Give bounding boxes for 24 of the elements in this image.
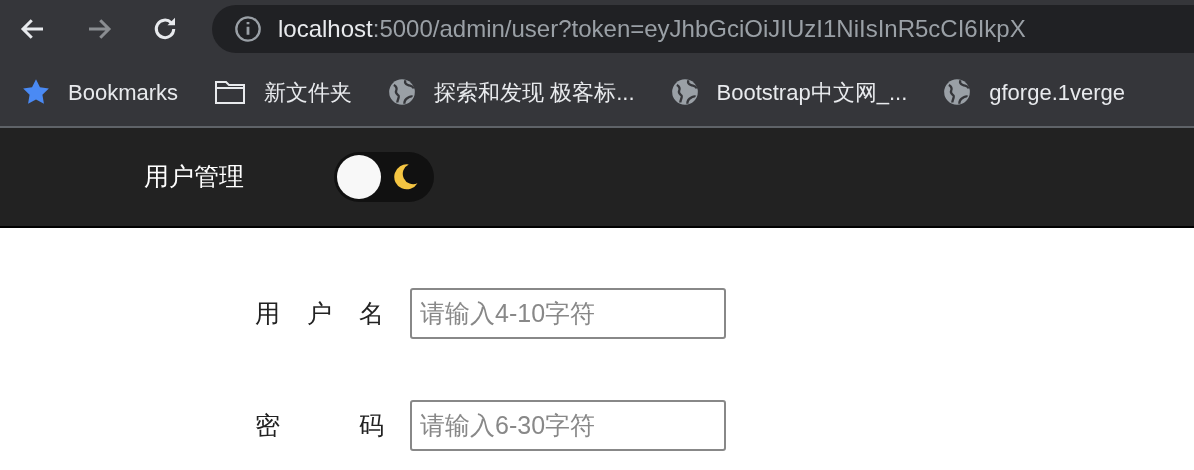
bookmark[interactable]: Bootstrap中文网_... bbox=[670, 75, 908, 109]
input-field[interactable]: 请输入6-30字符 bbox=[410, 400, 726, 451]
bookmark[interactable]: 新文件夹 bbox=[214, 75, 353, 109]
info-icon bbox=[234, 15, 262, 43]
globe-icon bbox=[388, 78, 417, 106]
bookmark-label: Bookmarks bbox=[68, 78, 179, 107]
globe-icon bbox=[943, 78, 972, 106]
bookmark[interactable]: Bookmarks bbox=[22, 75, 179, 109]
page-title: 用户管理 bbox=[144, 161, 244, 193]
bookmark[interactable]: gforge.1verge bbox=[943, 75, 1125, 109]
field-label: 用户名 bbox=[255, 297, 388, 329]
star-icon bbox=[22, 78, 50, 106]
folder-icon bbox=[214, 79, 247, 105]
bookmark[interactable]: 探索和发现 极客标... bbox=[388, 75, 635, 109]
bookmark-label: gforge.1verge bbox=[989, 78, 1125, 107]
field-label: 密码 bbox=[255, 409, 388, 441]
globe-icon bbox=[670, 78, 699, 106]
url-text: localhost:5000/admin/user?token=eyJhbGciOiJIUzI1NiIsInR5cCI6IkpX bbox=[278, 14, 1026, 44]
dark-mode-toggle[interactable] bbox=[334, 152, 434, 202]
input-field[interactable]: 请输入4-10字符 bbox=[410, 288, 726, 339]
bookmark-label: 新文件夹 bbox=[264, 78, 353, 107]
bookmark-label: 探索和发现 极客标... bbox=[434, 78, 635, 107]
address-bar[interactable]: localhost:5000/admin/user?token=eyJhbGciOiJIUzI1NiIsInR5cCI6IkpX bbox=[212, 5, 1194, 53]
bookmark-label: Bootstrap中文网_... bbox=[716, 78, 908, 107]
